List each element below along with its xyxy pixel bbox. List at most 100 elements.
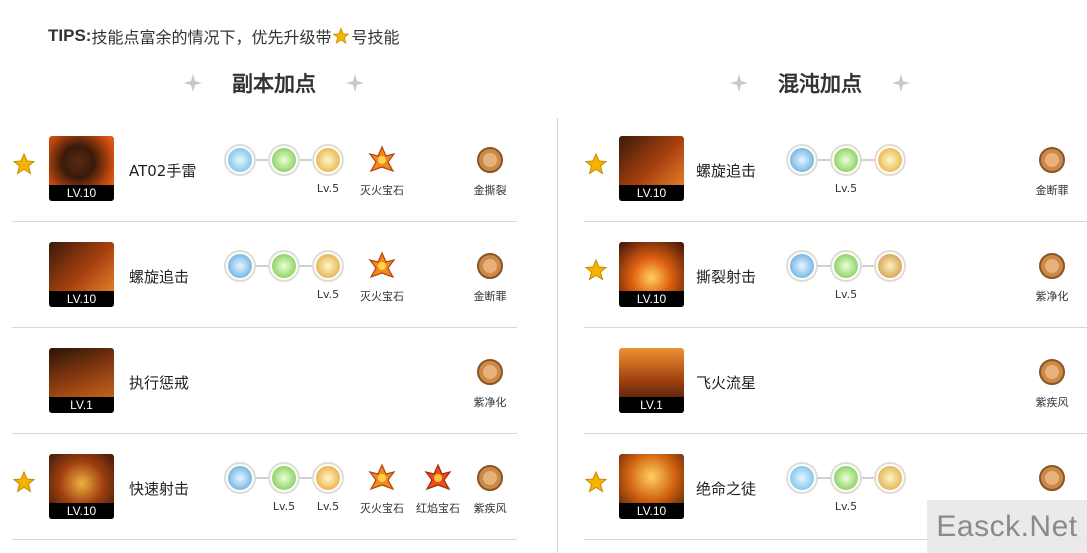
gem-caption: 灭火宝石: [360, 184, 404, 197]
rune-icon-green[interactable]: [268, 250, 300, 282]
skill-icon-rapid-fire[interactable]: LV.10: [49, 454, 114, 519]
rune-caption: Lv.5: [834, 288, 858, 301]
star-icon: [584, 258, 608, 281]
rune-icon-gold[interactable]: [312, 250, 344, 282]
rune-caption: Lv.5: [834, 500, 858, 513]
tips-line: TIPS: 技能点富余的情况下，优先升级带 号技能: [48, 24, 399, 48]
skill-level: LV.10: [619, 185, 684, 201]
skill-row: LV.1 飞火流星 紫疾风: [584, 328, 1087, 434]
star-icon: [12, 152, 36, 175]
skill-level: LV.10: [49, 503, 114, 519]
rune-icon-green[interactable]: [830, 462, 862, 494]
sparkle-icon: [184, 74, 202, 92]
gem-caption: 灭火宝石: [360, 502, 404, 515]
rune-icon-green[interactable]: [268, 462, 300, 494]
badge-caption: 紫净化: [1035, 290, 1069, 303]
skill-icon-meteor[interactable]: LV.1: [619, 348, 684, 413]
rune-icon-blue[interactable]: [786, 462, 818, 494]
site-watermark: Easck.Net: [927, 500, 1087, 553]
rune-icon-blue[interactable]: [224, 144, 256, 176]
rune-icon-gold[interactable]: [312, 462, 344, 494]
skill-icon-execute[interactable]: LV.1: [49, 348, 114, 413]
rune-caption: Lv.5: [834, 182, 858, 195]
section-title-chaos: 混沌加点: [728, 68, 912, 98]
skill-level: LV.10: [619, 503, 684, 519]
bronze-badge-icon[interactable]: [474, 144, 506, 176]
rune-icon-blue[interactable]: [786, 250, 818, 282]
red-flame-gem-icon[interactable]: [422, 462, 454, 494]
skill-row: LV.10 螺旋追击 Lv.5 金断罪: [584, 116, 1087, 222]
rune-caption: Lv.5: [316, 182, 340, 195]
skill-icon-desperado[interactable]: LV.10: [619, 454, 684, 519]
star-icon: [12, 470, 36, 493]
rune-icon-green[interactable]: [268, 144, 300, 176]
skill-row: LV.10 AT02手雷 Lv.5 灭火宝石 金撕裂: [12, 116, 517, 222]
rune-icon-gold[interactable]: [874, 144, 906, 176]
rune-icon-gold[interactable]: [312, 144, 344, 176]
rune-caption: Lv.5: [272, 500, 296, 513]
badge-caption: 紫疾风: [473, 502, 507, 515]
skill-level: LV.10: [49, 291, 114, 307]
rune-icon-blue[interactable]: [224, 250, 256, 282]
skill-name: 快速射击: [129, 480, 190, 498]
skill-icon-spiral-chase[interactable]: LV.10: [49, 242, 114, 307]
dungeon-title: 副本加点: [232, 72, 316, 96]
sparkle-icon: [730, 74, 748, 92]
skill-name: 螺旋追击: [696, 162, 757, 180]
skill-level: LV.10: [49, 185, 114, 201]
badge-caption: 金断罪: [473, 290, 507, 303]
rune-icon-gold[interactable]: [874, 462, 906, 494]
tips-text-before: 技能点富余的情况下，优先升级带: [91, 28, 332, 47]
rune-icon-blue[interactable]: [786, 144, 818, 176]
sparkle-icon: [892, 74, 910, 92]
section-title-dungeon: 副本加点: [182, 68, 366, 98]
fire-gem-icon[interactable]: [366, 144, 398, 176]
fire-gem-icon[interactable]: [366, 250, 398, 282]
gem-caption: 红焰宝石: [416, 502, 460, 515]
rune-icon-green[interactable]: [830, 250, 862, 282]
badge-caption: 金撕裂: [473, 184, 507, 197]
row-divider: [12, 539, 517, 540]
skill-level: LV.1: [619, 397, 684, 413]
column-divider: [557, 118, 558, 553]
rune-icon-blue[interactable]: [224, 462, 256, 494]
bronze-badge-icon[interactable]: [474, 250, 506, 282]
skill-level: LV.1: [49, 397, 114, 413]
skill-name: 螺旋追击: [129, 268, 190, 286]
rune-caption: Lv.5: [316, 288, 340, 301]
star-icon: [333, 27, 350, 44]
skill-icon-grenade[interactable]: LV.10: [49, 136, 114, 201]
badge-caption: 紫净化: [473, 396, 507, 409]
bronze-badge-icon[interactable]: [1036, 250, 1068, 282]
bronze-badge-icon[interactable]: [1036, 462, 1068, 494]
skill-icon-spiral-chase[interactable]: LV.10: [619, 136, 684, 201]
skill-name: 执行惩戒: [129, 374, 190, 392]
skill-name: AT02手雷: [129, 162, 197, 180]
bronze-badge-icon[interactable]: [474, 462, 506, 494]
sparkle-icon: [346, 74, 364, 92]
rune-icon-gold[interactable]: [874, 250, 906, 282]
badge-caption: 金断罪: [1035, 184, 1069, 197]
rune-caption: Lv.5: [316, 500, 340, 513]
skill-icon-rending-shot[interactable]: LV.10: [619, 242, 684, 307]
star-icon: [584, 152, 608, 175]
skill-name: 飞火流星: [696, 374, 757, 392]
bronze-badge-icon[interactable]: [1036, 356, 1068, 388]
skill-level: LV.10: [619, 291, 684, 307]
skill-name: 撕裂射击: [696, 268, 757, 286]
badge-caption: 紫疾风: [1035, 396, 1069, 409]
skill-name: 绝命之徒: [696, 480, 757, 498]
skill-row: LV.1 执行惩戒 紫净化: [12, 328, 517, 434]
bronze-badge-icon[interactable]: [1036, 144, 1068, 176]
rune-icon-green[interactable]: [830, 144, 862, 176]
gem-caption: 灭火宝石: [360, 290, 404, 303]
star-icon: [584, 470, 608, 493]
chaos-title: 混沌加点: [778, 72, 862, 96]
skill-row: LV.10 快速射击 Lv.5 Lv.5 灭火宝石 红焰宝石 紫疾风: [12, 434, 517, 540]
skill-row: LV.10 螺旋追击 Lv.5 灭火宝石 金断罪: [12, 222, 517, 328]
fire-gem-icon[interactable]: [366, 462, 398, 494]
tips-text-after: 号技能: [351, 28, 400, 47]
tips-prefix: TIPS:: [48, 26, 92, 45]
skill-row: LV.10 撕裂射击 Lv.5 紫净化: [584, 222, 1087, 328]
bronze-badge-icon[interactable]: [474, 356, 506, 388]
